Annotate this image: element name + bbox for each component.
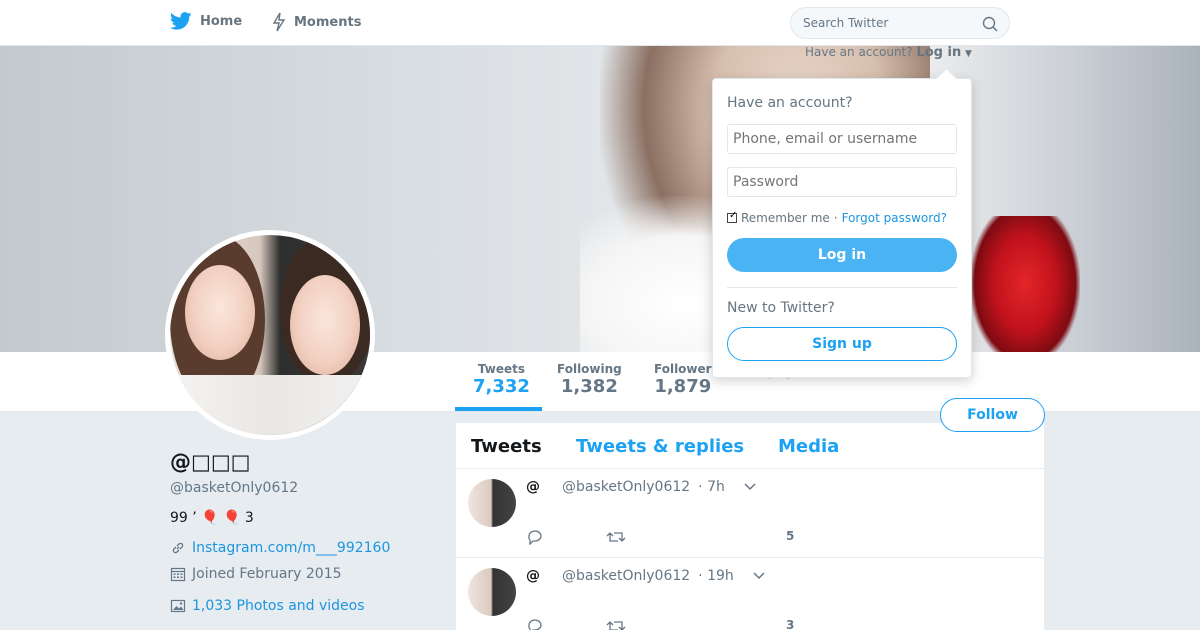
- avatar-face-right: [290, 275, 360, 375]
- divider: [727, 287, 957, 288]
- retweet-icon[interactable]: [606, 618, 626, 630]
- chevron-down-icon[interactable]: [752, 571, 766, 581]
- login-button[interactable]: Log in: [727, 238, 957, 272]
- remember-checkbox[interactable]: ✓: [727, 210, 738, 223]
- tweet-item[interactable]: @ @basketOnly0612 · 7h 5: [456, 469, 1044, 558]
- tweet-header: @ @basketOnly0612 · 7h: [526, 479, 757, 495]
- profile-media-row: 1,033 Photos and videos: [170, 598, 440, 614]
- nav-home[interactable]: Home: [170, 12, 242, 30]
- follow-button[interactable]: Follow: [940, 398, 1045, 432]
- top-navigation: Home Moments Search Twitter: [0, 0, 1200, 46]
- tweet-time[interactable]: · 7h: [698, 479, 725, 495]
- tweet-time[interactable]: · 19h: [698, 568, 734, 584]
- tweet-author-name[interactable]: @: [526, 479, 540, 495]
- profile-handle[interactable]: @basketOnly0612: [170, 480, 440, 496]
- twitter-bird-icon: [170, 12, 192, 30]
- forgot-password-link[interactable]: Forgot password?: [842, 211, 947, 225]
- new-to-twitter: New to Twitter?: [727, 300, 835, 316]
- search-input[interactable]: Search Twitter: [790, 7, 1010, 39]
- search-placeholder: Search Twitter: [803, 16, 889, 30]
- stat-value: 1,879: [654, 376, 712, 397]
- profile-bio: 99 ’ 🎈 🎈 3: [170, 510, 254, 526]
- stat-label: Following: [557, 362, 622, 376]
- login-dropdown: Have an account? ✓ Remember me · Forgot …: [712, 78, 972, 378]
- timeline: Tweets Tweets & replies Media @ @basketO…: [456, 423, 1044, 630]
- tweet-author-handle[interactable]: @basketOnly0612: [562, 568, 690, 584]
- stat-value: 7,332: [473, 376, 530, 397]
- profile-link-row: Instagram.com/m___992160: [170, 540, 440, 556]
- nav-moments-label: Moments: [294, 14, 362, 30]
- stat-followers[interactable]: Follower 1,879: [654, 362, 712, 397]
- tweet-actions: 5: [526, 529, 794, 545]
- profile-info: @□□□ @basketOnly0612 99 ’ 🎈 🎈 3 Instagra…: [170, 450, 440, 614]
- profile-joined: Joined February 2015: [192, 566, 342, 582]
- avatar-face-left: [185, 265, 255, 360]
- avatar-shirts: [170, 375, 370, 435]
- banner-flower: [970, 216, 1080, 352]
- stat-value: 1,382: [560, 376, 618, 397]
- tweet-item[interactable]: @ @basketOnly0612 · 19h 3: [456, 558, 1044, 630]
- checkmark-icon: ✓: [729, 210, 738, 221]
- signup-button[interactable]: Sign up: [727, 327, 957, 361]
- password-field[interactable]: [727, 167, 957, 197]
- active-stat-underline: [455, 407, 542, 411]
- like-count: 5: [786, 529, 795, 543]
- login-hint-question: Have an account?: [805, 45, 913, 59]
- profile-media-link[interactable]: 1,033 Photos and videos: [192, 598, 365, 614]
- profile-joined-row: Joined February 2015: [170, 566, 440, 582]
- tab-tweets[interactable]: Tweets: [471, 436, 542, 457]
- tweet-author-handle[interactable]: @basketOnly0612: [562, 479, 690, 495]
- username-field[interactable]: [727, 124, 957, 154]
- remember-row: ✓ Remember me · Forgot password?: [727, 210, 957, 225]
- remember-label[interactable]: Remember me: [741, 211, 830, 225]
- reply-icon[interactable]: [526, 618, 544, 630]
- caret-down-icon: ▼: [965, 49, 972, 59]
- nav-home-label: Home: [200, 13, 243, 29]
- login-hint: Have an account? Log in ▼: [805, 45, 972, 60]
- search-icon[interactable]: [982, 16, 998, 32]
- separator-dot: ·: [833, 211, 838, 225]
- tab-media[interactable]: Media: [778, 436, 839, 457]
- calendar-icon: [170, 567, 186, 582]
- like-count: 3: [786, 618, 795, 630]
- tweet-author-name[interactable]: @: [526, 568, 540, 584]
- stat-following[interactable]: Following 1,382: [557, 362, 622, 397]
- stat-tweets[interactable]: Tweets 7,332: [473, 362, 530, 397]
- stat-label: Tweets: [477, 362, 526, 376]
- profile-avatar[interactable]: [165, 230, 375, 440]
- profile-name: @□□□: [170, 450, 251, 474]
- chevron-down-icon[interactable]: [743, 482, 757, 492]
- link-icon: [172, 542, 184, 554]
- tweet-avatar[interactable]: [468, 568, 516, 616]
- login-title: Have an account?: [727, 95, 853, 111]
- login-hint-link[interactable]: Log in: [916, 45, 961, 60]
- tab-tweets-replies[interactable]: Tweets & replies: [576, 436, 744, 457]
- tweet-actions: 3: [526, 618, 794, 630]
- nav-moments[interactable]: Moments: [272, 12, 361, 32]
- reply-icon[interactable]: [526, 529, 544, 545]
- lightning-icon: [272, 12, 286, 32]
- profile-website-link[interactable]: Instagram.com/m___992160: [192, 540, 390, 556]
- tweet-avatar[interactable]: [468, 479, 516, 527]
- retweet-icon[interactable]: [606, 529, 626, 545]
- stat-label: Follower: [654, 362, 712, 376]
- tweet-header: @ @basketOnly0612 · 19h: [526, 568, 766, 584]
- image-icon: [170, 599, 186, 613]
